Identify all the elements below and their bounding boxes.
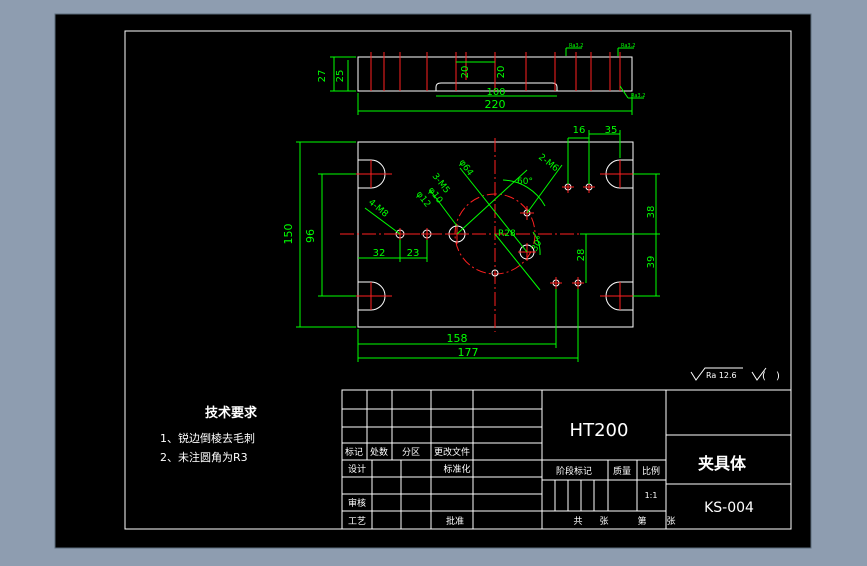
dim-39: 39 — [646, 256, 657, 269]
label-sheet-unit: 张 — [666, 516, 675, 527]
callout-r28: R28 — [498, 229, 516, 239]
dim-pitch-20b: 20 — [496, 66, 507, 79]
callout-angle-60: 60° — [517, 177, 533, 187]
header-mark: 标记 — [345, 446, 363, 458]
surface-mark-2: Ra3.2 — [621, 43, 635, 49]
dim-35: 35 — [605, 125, 618, 136]
dim-width-220: 220 — [485, 98, 506, 111]
dim-height-27: 27 — [317, 70, 328, 83]
dim-23: 23 — [407, 248, 420, 259]
part-name: 夹具体 — [698, 454, 747, 473]
header-count: 处数 — [370, 446, 388, 458]
label-approve: 批准 — [446, 515, 464, 527]
label-process: 工艺 — [348, 516, 366, 527]
label-scale: 比例 — [642, 465, 660, 477]
dim-28: 28 — [576, 249, 587, 262]
surface-mark-1: Ra3.2 — [569, 43, 583, 49]
dim-pitch-20a: 20 — [460, 66, 471, 79]
label-sheet-no: 第 — [637, 515, 646, 527]
dim-158: 158 — [447, 332, 468, 345]
tech-req-title: 技术要求 — [205, 405, 258, 421]
tech-req-item-1: 1、锐边倒棱去毛刺 — [160, 431, 255, 445]
drawing-number: KS-004 — [704, 500, 754, 516]
label-stage-mark: 阶段标记 — [556, 465, 592, 477]
tech-req-item-2: 2、未注圆角为R3 — [160, 450, 248, 464]
scale-value: 1:1 — [645, 491, 658, 500]
dim-38: 38 — [646, 206, 657, 219]
dim-height-25: 25 — [335, 70, 346, 83]
header-change-doc: 更改文件 — [434, 446, 470, 458]
dim-total-height: 150 — [282, 224, 295, 245]
material: HT200 — [570, 420, 629, 441]
label-total: 共 — [573, 516, 582, 527]
dim-16: 16 — [573, 125, 586, 136]
header-zone: 分区 — [402, 447, 420, 458]
drawing-canvas[interactable]: 27 25 220 100 20 20 Ra3.2 Ra3.2 Ra3.2 15… — [0, 0, 867, 562]
label-sheets: 张 — [599, 516, 608, 527]
dim-32: 32 — [373, 248, 386, 259]
dim-slot-pitch: 96 — [304, 229, 317, 243]
label-weight: 质量 — [613, 465, 631, 477]
label-design: 设计 — [348, 463, 366, 475]
roughness-paren-open: ( — [762, 371, 766, 382]
dim-177: 177 — [458, 346, 479, 359]
surface-mark-3: Ra3.2 — [631, 93, 645, 99]
label-review: 审核 — [348, 497, 366, 509]
dim-slot-100: 100 — [486, 87, 505, 98]
cad-viewport[interactable]: 27 25 220 100 20 20 Ra3.2 Ra3.2 Ra3.2 15… — [0, 0, 867, 562]
roughness-paren-close: ) — [776, 371, 780, 382]
label-standardize: 标准化 — [443, 463, 470, 475]
roughness-value: Ra 12.6 — [706, 371, 737, 380]
